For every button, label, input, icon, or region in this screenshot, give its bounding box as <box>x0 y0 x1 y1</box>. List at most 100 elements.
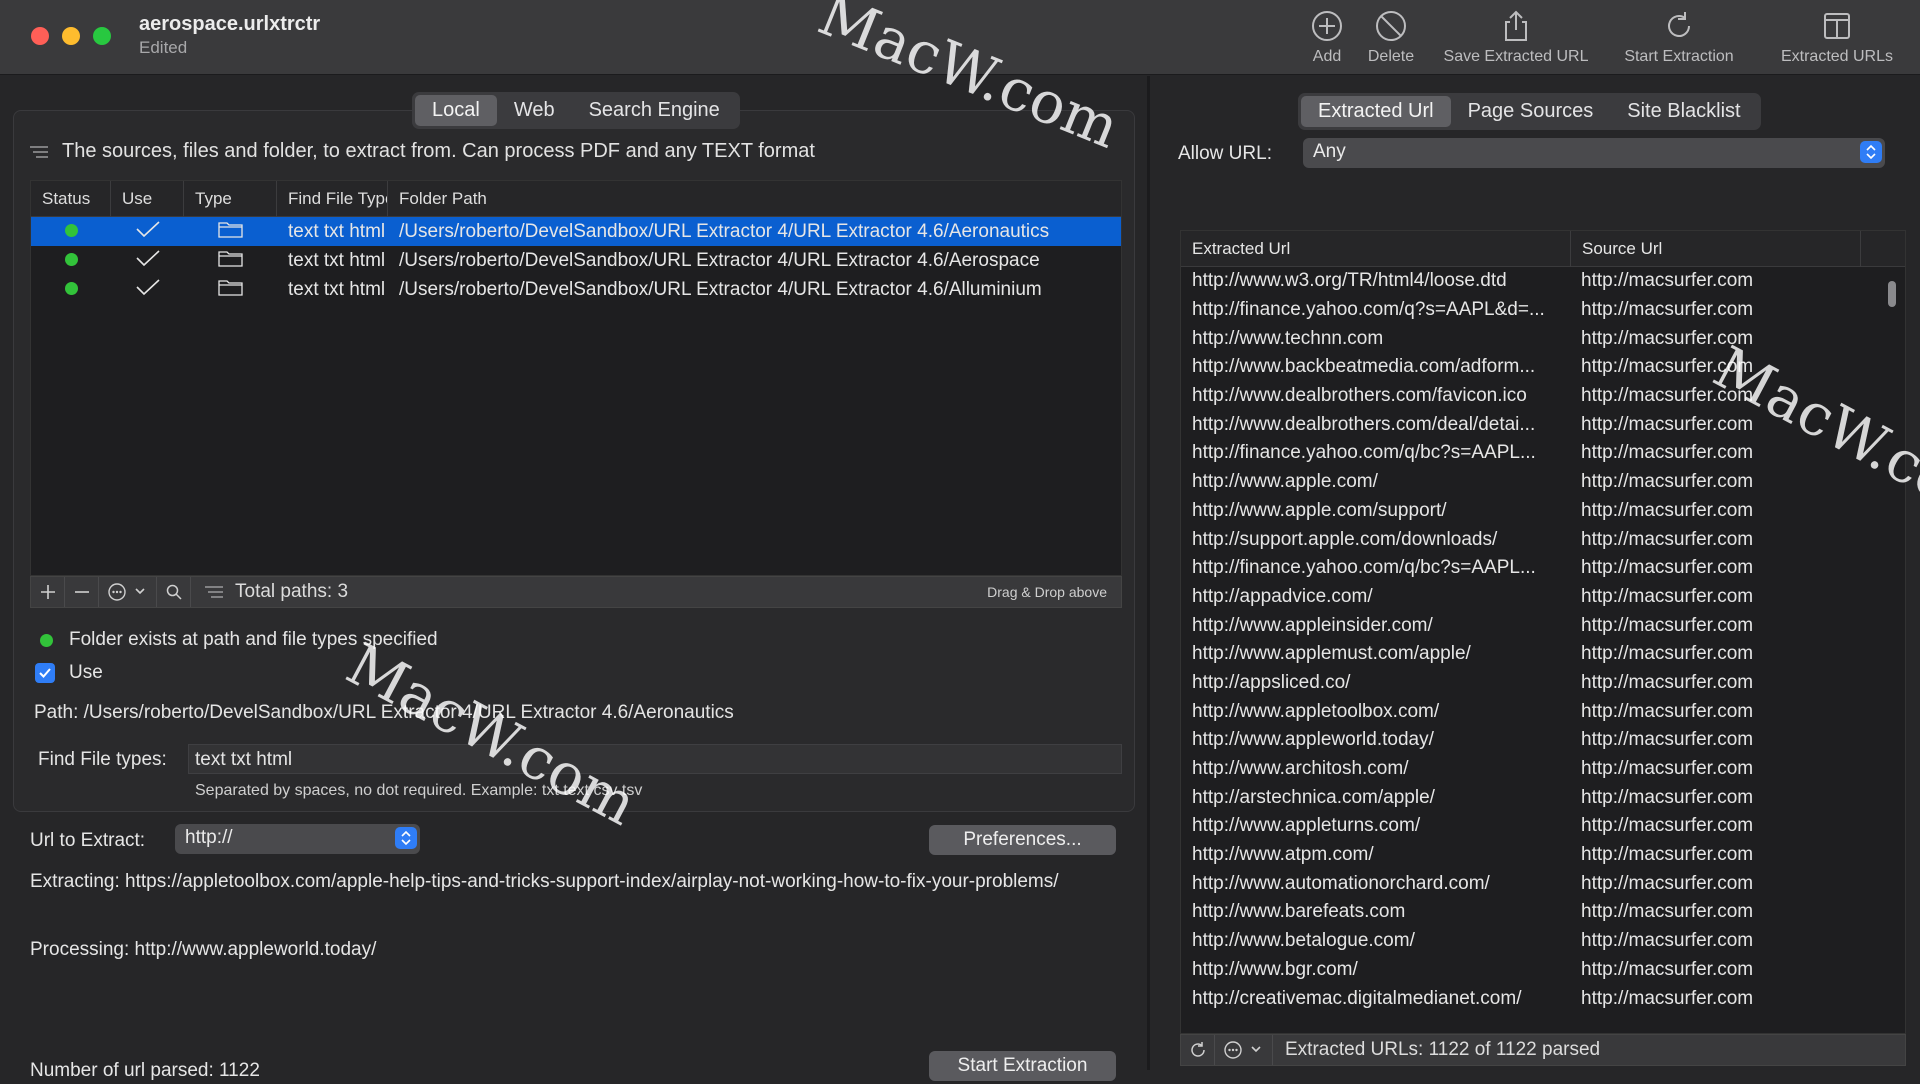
table-row[interactable]: http://www.automationorchard.com/http://… <box>1181 869 1905 898</box>
table-row[interactable]: http://finance.yahoo.com/q/bc?s=AAPL... h… <box>1181 554 1905 583</box>
status-dot-icon <box>64 252 78 266</box>
status-dot-icon <box>64 281 78 295</box>
table-row[interactable]: http://www.betalogue.com/http://macsurfe… <box>1181 927 1905 956</box>
tab-site-blacklist[interactable]: Site Blacklist <box>1610 96 1757 127</box>
use-cell[interactable] <box>111 220 184 244</box>
table-row[interactable]: http://appsliced.co/http://macsurfer.com <box>1181 669 1905 698</box>
folder-status-text: Folder exists at path and file types spe… <box>69 629 438 650</box>
source-url-cell: http://macsurfer.com <box>1581 385 1754 407</box>
extracted-url-cell: http://www.dealbrothers.com/deal/detai..… <box>1192 413 1536 435</box>
table-row[interactable]: http://finance.yahoo.com/q?s=AAPL&d=... h… <box>1181 296 1905 325</box>
add-path-button[interactable] <box>31 577 65 607</box>
extracted-url-cell: http://www.appleworld.today/ <box>1192 729 1434 751</box>
save-label: Save Extracted URL <box>1443 48 1589 65</box>
use-cell[interactable] <box>111 249 184 273</box>
tab-local[interactable]: Local <box>415 95 497 126</box>
col-extracted-url[interactable]: Extracted Url <box>1181 231 1571 267</box>
table-row[interactable]: http://www.appleinsider.com/http://macsu… <box>1181 611 1905 640</box>
use-checkbox[interactable] <box>35 663 55 683</box>
table-row[interactable]: http://www.dealbrothers.com/deal/detai..… <box>1181 410 1905 439</box>
type-cell <box>184 220 277 244</box>
delete-button[interactable]: Delete <box>1364 8 1418 70</box>
table-row[interactable]: http://creativemac.digitalmedianet.com/h… <box>1181 984 1905 1013</box>
extracted-url-cell: http://www.betalogue.com/ <box>1192 930 1415 952</box>
table-row[interactable]: http://support.apple.com/downloads/http:… <box>1181 525 1905 554</box>
extracted-table-header: Extracted Url Source Url <box>1181 231 1905 267</box>
table-row[interactable]: http://www.atpm.com/http://macsurfer.com <box>1181 841 1905 870</box>
url-to-extract-select[interactable]: http:// <box>175 824 420 854</box>
col-source-url[interactable]: Source Url <box>1571 231 1861 267</box>
search-paths-button[interactable] <box>157 577 191 607</box>
extracted-urls-button[interactable]: Extracted URLs <box>1774 8 1900 70</box>
col-type[interactable]: Type <box>184 180 277 217</box>
start-extraction-toolbar-button[interactable]: Start Extraction <box>1614 8 1744 70</box>
save-extracted-url-button[interactable]: Save Extracted URL <box>1436 8 1596 70</box>
source-url-cell: http://macsurfer.com <box>1581 585 1754 607</box>
preferences-button[interactable]: Preferences... <box>929 825 1116 855</box>
type-cell <box>184 278 277 302</box>
status-dot-icon <box>40 633 53 647</box>
refresh-icon <box>1668 12 1690 37</box>
extracted-url-cell: http://www.architosh.com/ <box>1192 758 1409 780</box>
actions-menu-button[interactable] <box>99 577 157 607</box>
start-label: Start Extraction <box>1624 48 1734 65</box>
sources-description: The sources, files and folder, to extrac… <box>30 140 815 163</box>
table-row[interactable]: http://finance.yahoo.com/q/bc?s=AAPL... h… <box>1181 439 1905 468</box>
table-row[interactable]: http://www.backbeatmedia.com/adform... ht… <box>1181 353 1905 382</box>
extracted-url-cell: http://www.atpm.com/ <box>1192 844 1374 866</box>
table-row[interactable]: http://www.apple.com/http://macsurfer.co… <box>1181 468 1905 497</box>
source-url-cell: http://macsurfer.com <box>1581 614 1754 636</box>
tab-extracted-url[interactable]: Extracted Url <box>1301 96 1451 127</box>
source-url-cell: http://macsurfer.com <box>1581 671 1754 693</box>
table-row[interactable]: http://www.bgr.com/http://macsurfer.com <box>1181 956 1905 985</box>
allow-url-select[interactable]: Any <box>1303 138 1885 168</box>
source-url-cell: http://macsurfer.com <box>1581 958 1754 980</box>
table-row[interactable]: http://www.technn.com http://macsurfer.co… <box>1181 324 1905 353</box>
use-cell[interactable] <box>111 278 184 302</box>
table-row[interactable]: http://www.w3.org/TR/html4/loose.dtd http… <box>1181 267 1905 296</box>
add-button[interactable]: Add <box>1306 8 1348 70</box>
extracted-url-cell: http://appsliced.co/ <box>1192 671 1351 693</box>
table-row[interactable]: http://www.appleturns.com/http://macsurf… <box>1181 812 1905 841</box>
zoom-window-button[interactable] <box>93 27 111 45</box>
extracted-url-cell: http://www.appleturns.com/ <box>1192 815 1421 837</box>
table-row[interactable]: http://arstechnica.com/apple/http://macs… <box>1181 783 1905 812</box>
col-find-file-type[interactable]: Find File Type <box>277 180 388 217</box>
table-row[interactable]: http://www.appleworld.today/http://macsu… <box>1181 726 1905 755</box>
folder-path-cell: /Users/roberto/DevelSandbox/URL Extracto… <box>399 278 1042 300</box>
extracted-url-cell: http://www.applemust.com/apple/ <box>1192 643 1471 665</box>
urls-parsed-text: Number of url parsed: 1122 <box>30 1060 260 1081</box>
refresh-button[interactable] <box>1181 1035 1215 1065</box>
table-row[interactable]: text txt html/Users/roberto/DevelSandbox… <box>31 217 1121 246</box>
tab-search-engine[interactable]: Search Engine <box>572 95 737 126</box>
table-row[interactable]: text txt html/Users/roberto/DevelSandbox… <box>31 275 1121 304</box>
find-file-types-input[interactable]: text txt html <box>188 744 1122 774</box>
table-row[interactable]: http://www.appletoolbox.com/http://macsu… <box>1181 697 1905 726</box>
allow-url-value: Any <box>1313 141 1346 162</box>
col-status[interactable]: Status <box>31 180 111 217</box>
minimize-window-button[interactable] <box>62 27 80 45</box>
table-row[interactable]: text txt html/Users/roberto/DevelSandbox… <box>31 246 1121 275</box>
col-use[interactable]: Use <box>111 180 184 217</box>
status-cell <box>31 250 111 272</box>
start-extraction-button[interactable]: Start Extraction <box>929 1051 1116 1081</box>
share-icon <box>1505 10 1527 41</box>
table-row[interactable]: http://www.dealbrothers.com/favicon.ico h… <box>1181 382 1905 411</box>
remove-path-button[interactable] <box>65 577 99 607</box>
sidebar-icon <box>1824 13 1850 39</box>
source-tabs: Local Web Search Engine <box>412 92 740 129</box>
close-window-button[interactable] <box>31 27 49 45</box>
table-row[interactable]: http://www.architosh.com/http://macsurfe… <box>1181 755 1905 784</box>
table-row[interactable]: http://www.applemust.com/apple/http://ma… <box>1181 640 1905 669</box>
updown-arrows-icon <box>1860 141 1882 163</box>
results-actions-menu-button[interactable] <box>1215 1035 1273 1065</box>
tab-page-sources[interactable]: Page Sources <box>1451 96 1611 127</box>
vertical-scrollbar[interactable] <box>1888 281 1896 307</box>
document-title: aerospace.urlxtrctr <box>139 13 321 35</box>
table-row[interactable]: http://www.barefeats.com http://macsurfer… <box>1181 898 1905 927</box>
col-folder-path[interactable]: Folder Path <box>388 181 1104 217</box>
table-row[interactable]: http://www.apple.com/support/http://macs… <box>1181 497 1905 526</box>
tab-web[interactable]: Web <box>497 95 572 126</box>
url-to-extract-label: Url to Extract: <box>30 830 146 851</box>
table-row[interactable]: http://appadvice.com/http://macsurfer.co… <box>1181 583 1905 612</box>
